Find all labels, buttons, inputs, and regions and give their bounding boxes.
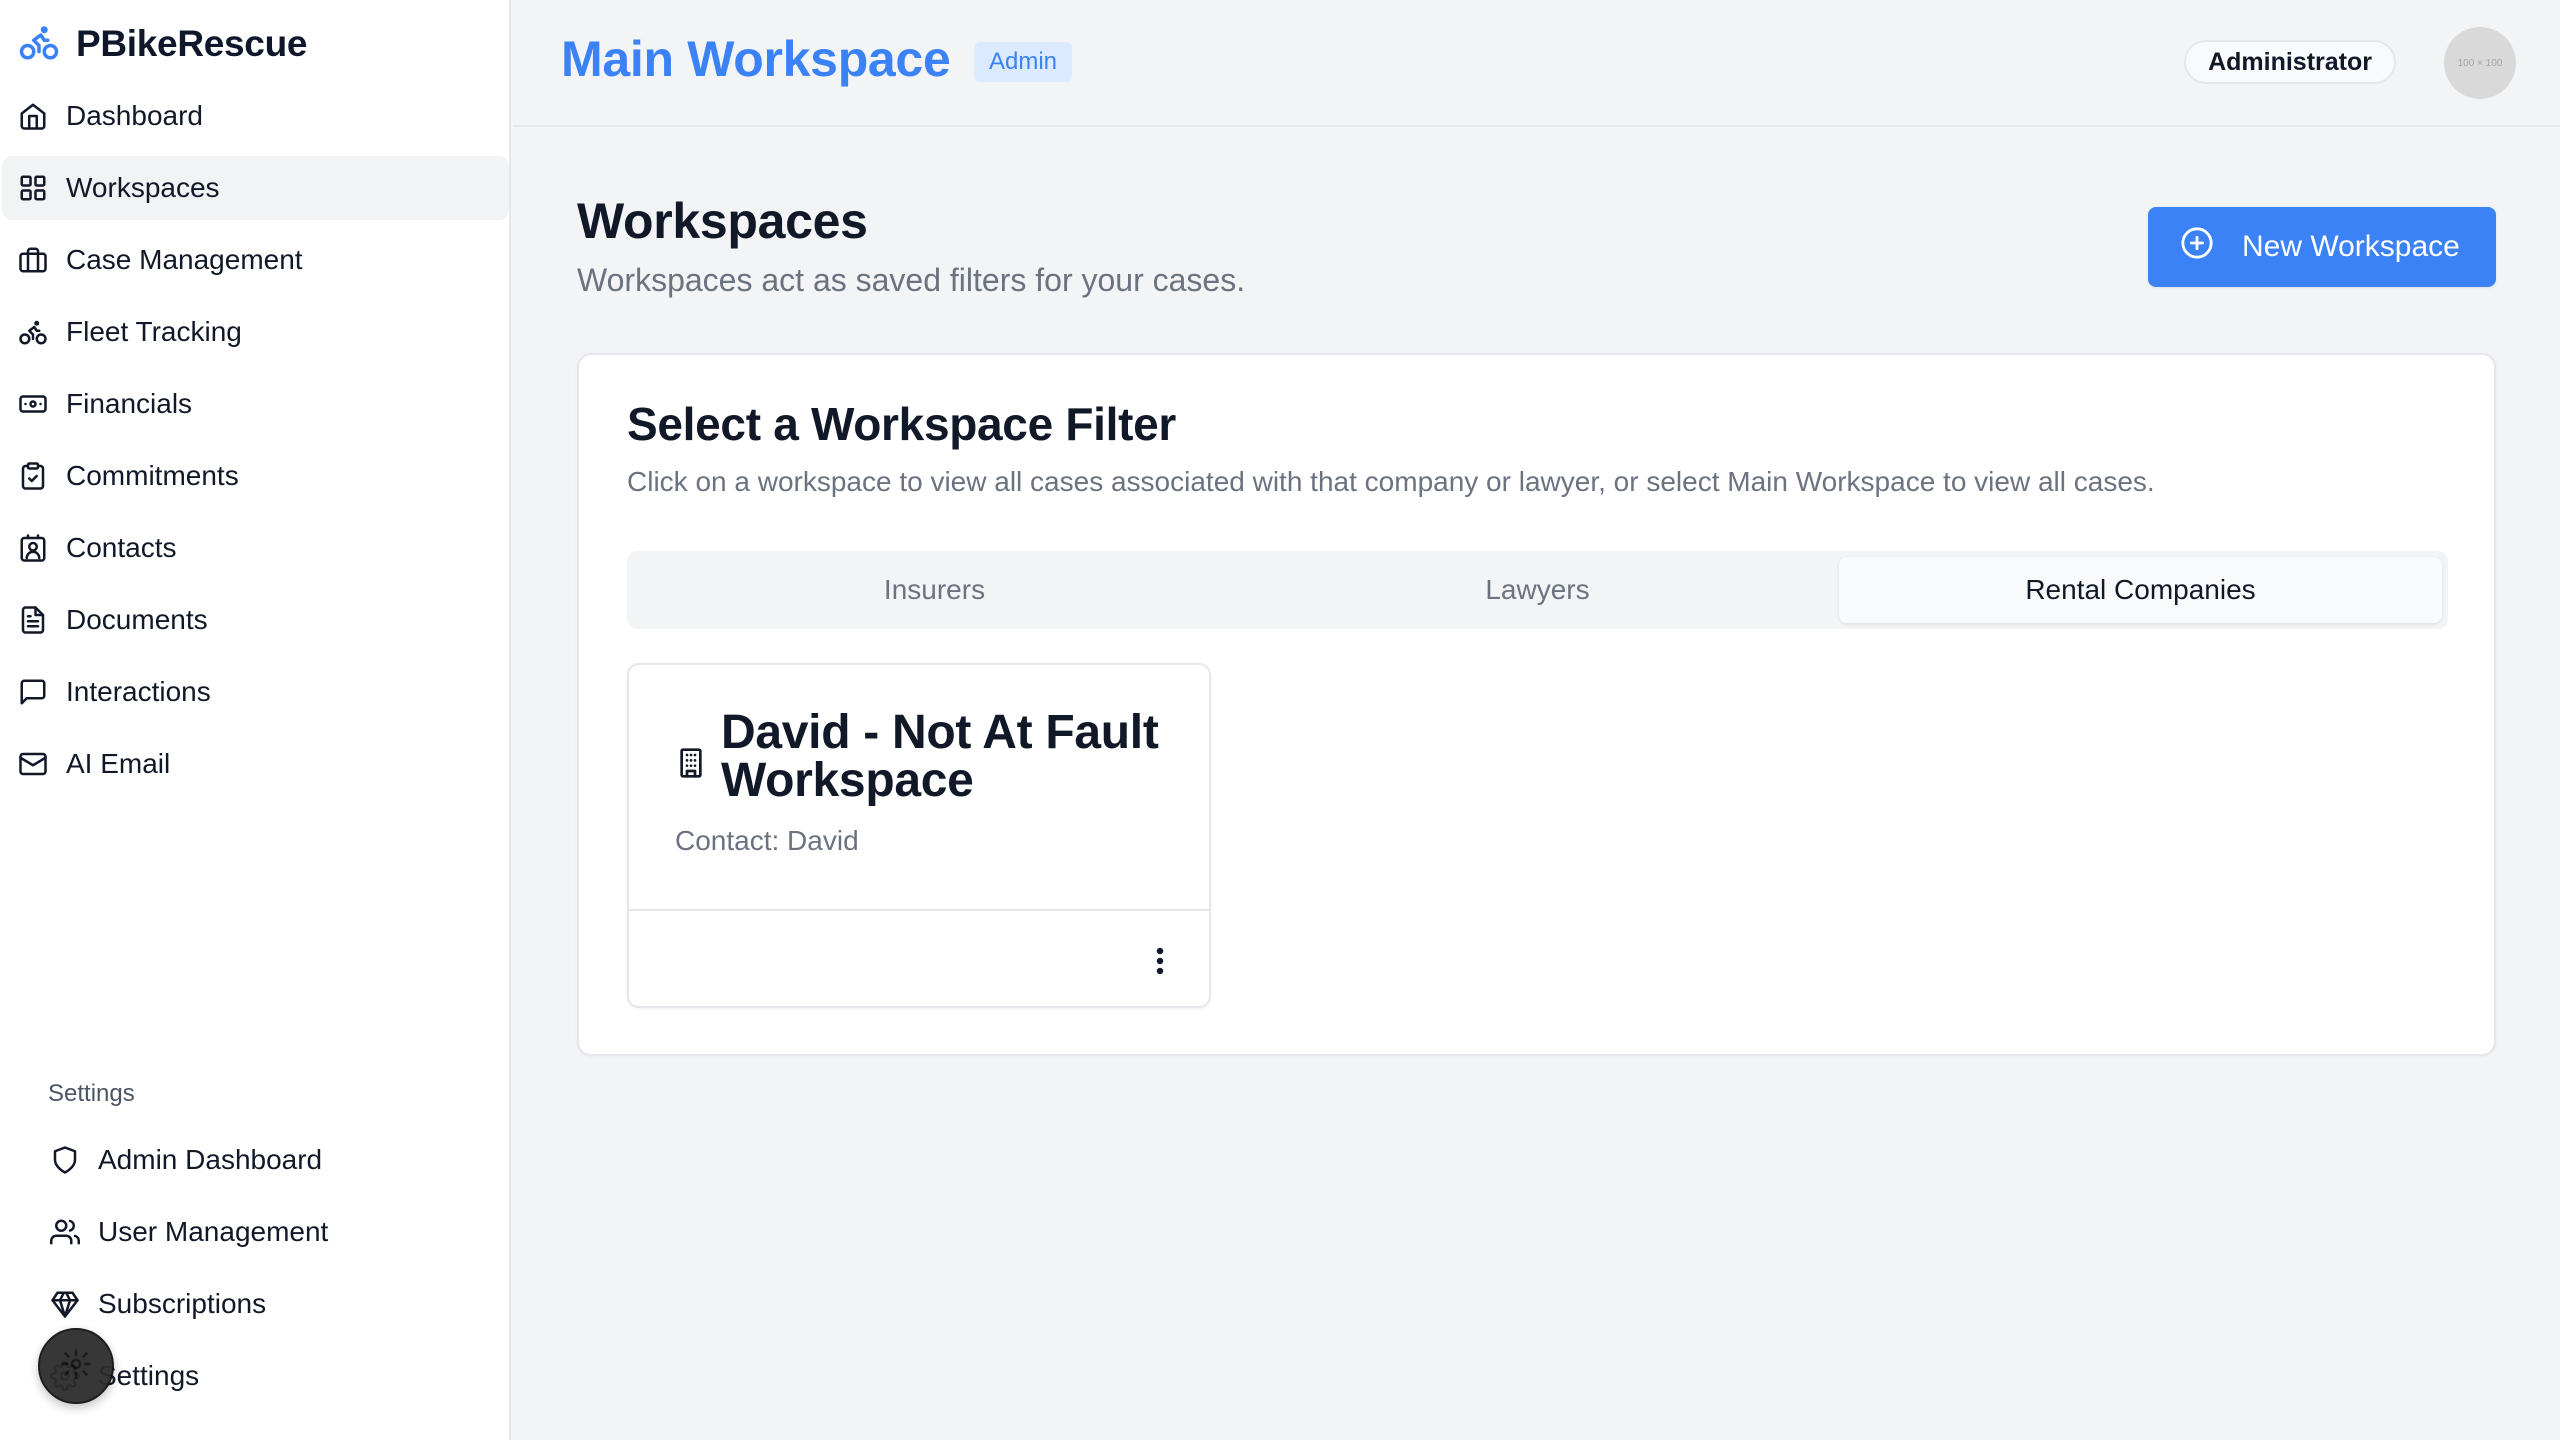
page-subtitle: Workspaces act as saved filters for your… xyxy=(577,262,1246,298)
sidebar-item-documents[interactable]: Documents xyxy=(2,588,509,652)
sidebar-item-label: Fleet Tracking xyxy=(66,316,242,347)
users-icon xyxy=(48,1215,82,1249)
shield-icon xyxy=(48,1143,82,1177)
bicycle-icon xyxy=(16,21,62,68)
gear-icon xyxy=(60,1348,92,1385)
avatar[interactable]: 100 × 100 xyxy=(2444,27,2516,99)
sidebar-item-label: Documents xyxy=(66,604,208,635)
plus-circle-icon xyxy=(2180,226,2214,268)
filter-tabs: Insurers Lawyers Rental Companies xyxy=(627,551,2448,629)
tab-lawyers[interactable]: Lawyers xyxy=(1236,557,1839,623)
more-vertical-icon xyxy=(1155,946,1165,981)
sidebar-item-fleet-tracking[interactable]: Fleet Tracking xyxy=(2,300,509,364)
workspace-card-name: David - Not At Fault Workspace xyxy=(721,706,1159,807)
sidebar-item-contacts[interactable]: Contacts xyxy=(2,516,509,580)
main-nav: Dashboard Workspaces Case Management Fle… xyxy=(0,84,511,804)
grid-icon xyxy=(16,171,50,205)
sidebar-item-subscriptions[interactable]: Subscriptions xyxy=(34,1272,490,1336)
divider xyxy=(629,909,1209,911)
sidebar-item-label: Subscriptions xyxy=(98,1288,267,1319)
sidebar-item-financials[interactable]: Financials xyxy=(2,372,509,436)
sidebar-item-label: Case Management xyxy=(66,244,303,275)
sidebar: PBikeRescue Dashboard Workspaces Case Ma… xyxy=(0,0,511,1440)
mail-icon xyxy=(16,747,50,781)
role-badge: Administrator xyxy=(2184,40,2396,84)
sidebar-item-workspaces[interactable]: Workspaces xyxy=(2,156,509,220)
sidebar-item-label: Financials xyxy=(66,388,193,419)
sidebar-item-label: AI Email xyxy=(66,748,171,779)
briefcase-icon xyxy=(16,243,50,277)
building-icon xyxy=(675,747,707,779)
tab-rental-companies[interactable]: Rental Companies xyxy=(1839,557,2442,623)
current-workspace-title[interactable]: Main Workspace xyxy=(561,30,951,88)
new-workspace-label: New Workspace xyxy=(2242,230,2460,263)
brand-name: PBikeRescue xyxy=(76,23,308,64)
contact-card-icon xyxy=(16,531,50,565)
tab-insurers[interactable]: Insurers xyxy=(633,557,1236,623)
sidebar-item-user-management[interactable]: User Management xyxy=(34,1200,490,1264)
sidebar-item-interactions[interactable]: Interactions xyxy=(2,660,509,724)
workspace-card-contact: Contact: David xyxy=(675,825,859,856)
sidebar-item-dashboard[interactable]: Dashboard xyxy=(2,84,509,148)
more-options-button[interactable] xyxy=(1145,943,1175,983)
workspace-filter-card: Select a Workspace Filter Click on a wor… xyxy=(577,353,2496,1056)
sidebar-item-ai-email[interactable]: AI Email xyxy=(2,732,509,796)
sidebar-item-label: User Management xyxy=(98,1216,329,1247)
sidebar-item-case-management[interactable]: Case Management xyxy=(2,228,509,292)
banknote-icon xyxy=(16,387,50,421)
workspace-card[interactable]: David - Not At Fault Workspace Contact: … xyxy=(627,663,1211,1008)
sidebar-item-label: Commitments xyxy=(66,460,239,491)
file-text-icon xyxy=(16,603,50,637)
message-square-icon xyxy=(16,675,50,709)
settings-heading: Settings xyxy=(48,1080,135,1107)
bicycle-icon xyxy=(16,315,50,349)
new-workspace-button[interactable]: New Workspace xyxy=(2148,207,2496,287)
sidebar-item-commitments[interactable]: Commitments xyxy=(2,444,509,508)
sidebar-item-label: Dashboard xyxy=(66,100,203,131)
filter-card-title: Select a Workspace Filter xyxy=(627,398,1177,450)
page-title: Workspaces xyxy=(577,193,868,249)
clipboard-check-icon xyxy=(16,459,50,493)
filter-card-description: Click on a workspace to view all cases a… xyxy=(627,466,2155,497)
sidebar-item-label: Workspaces xyxy=(66,172,220,203)
sidebar-item-label: Contacts xyxy=(66,532,177,563)
sidebar-item-label: Interactions xyxy=(66,676,211,707)
sidebar-item-admin-dashboard[interactable]: Admin Dashboard xyxy=(34,1128,490,1192)
sidebar-item-label: Admin Dashboard xyxy=(98,1144,323,1175)
home-icon xyxy=(16,99,50,133)
admin-badge: Admin xyxy=(974,42,1073,82)
top-header: Main Workspace Admin Administrator 100 ×… xyxy=(513,0,2560,127)
brand[interactable]: PBikeRescue xyxy=(16,18,307,70)
gem-icon xyxy=(48,1287,82,1321)
floating-settings-button[interactable] xyxy=(38,1328,114,1404)
